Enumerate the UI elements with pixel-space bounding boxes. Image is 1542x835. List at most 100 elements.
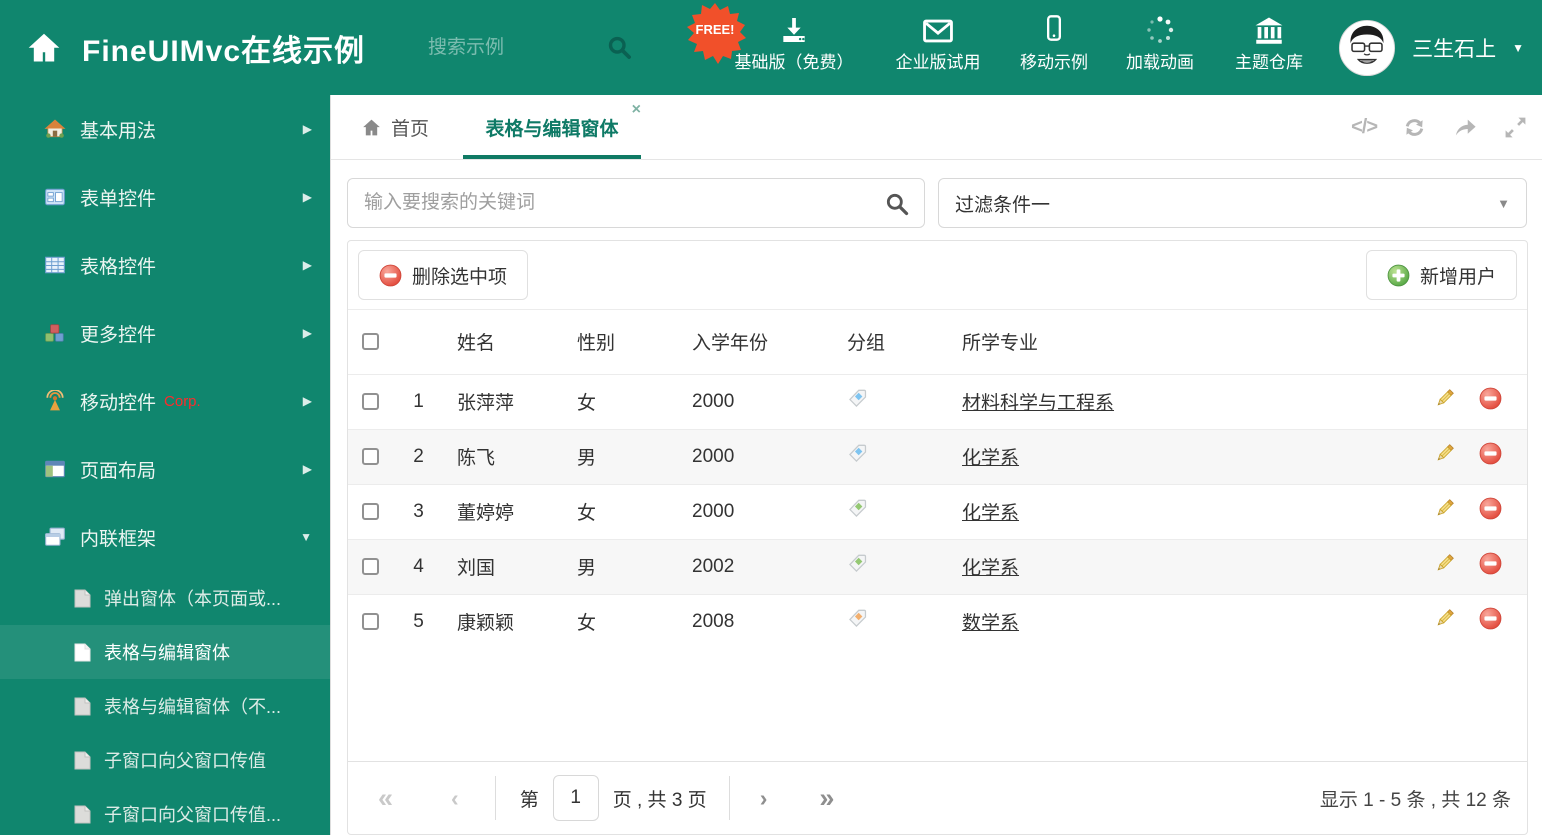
- chevron-right-icon: ▶: [302, 190, 312, 204]
- pager-divider: [728, 776, 730, 820]
- main-content: 首页 表格与编辑窗体 × </> 过滤条件一 ▼: [330, 95, 1542, 835]
- bank-icon: [1184, 0, 1354, 46]
- edit-icon[interactable]: [1433, 552, 1456, 575]
- next-page-icon[interactable]: ›: [760, 786, 768, 810]
- sidebar-item-basic-usage[interactable]: 基本用法 ▶: [0, 95, 330, 163]
- prev-page-icon[interactable]: ‹: [451, 786, 459, 810]
- header-search-input[interactable]: [428, 36, 588, 59]
- plus-circle-icon: [1387, 264, 1410, 287]
- edit-icon[interactable]: [1433, 607, 1456, 630]
- enroll-year: 2000: [676, 483, 831, 539]
- row-checkbox[interactable]: [362, 613, 379, 631]
- search-icon[interactable]: [884, 191, 910, 217]
- delete-icon[interactable]: [1479, 497, 1502, 520]
- major-link[interactable]: 数学系: [962, 613, 1019, 634]
- group-tag-icon[interactable]: [847, 443, 868, 464]
- dropdown-caret-icon: ▼: [1497, 195, 1510, 211]
- row-checkbox[interactable]: [362, 557, 379, 575]
- top-header: FineUIMvc在线示例 FREE! 基础版（免费） 企业版试用 移动示例: [0, 0, 1542, 95]
- sidebar-item-inline-frame[interactable]: 内联框架 ▼: [0, 503, 330, 571]
- grid-panel: 删除选中项 新增用户 姓名 性别 入学年份 分组 所学专业 1 张萍萍 女 20…: [347, 240, 1528, 835]
- group-tag-icon[interactable]: [847, 498, 868, 519]
- user-menu[interactable]: 三生石上 ▼: [1338, 0, 1524, 95]
- tab-strip: 首页 表格与编辑窗体 × </>: [331, 95, 1542, 160]
- sidebar-subitem-grid-edit-window[interactable]: 表格与编辑窗体: [0, 625, 330, 679]
- row-checkbox[interactable]: [362, 447, 379, 465]
- sidebar-subitem-label: 子窗口向父窗口传值...: [104, 805, 282, 825]
- avatar[interactable]: [1338, 19, 1396, 77]
- file-icon: [74, 697, 91, 716]
- sidebar-item-more-controls[interactable]: 更多控件 ▶: [0, 299, 330, 367]
- page-number-input[interactable]: [552, 775, 599, 821]
- last-page-icon[interactable]: »: [819, 784, 834, 812]
- row-checkbox[interactable]: [362, 502, 379, 520]
- layout-icon: [44, 458, 66, 480]
- student-gender: 女: [561, 373, 676, 429]
- delete-icon[interactable]: [1479, 442, 1502, 465]
- file-icon: [74, 751, 91, 770]
- corp-badge: Corp.: [164, 392, 201, 410]
- free-badge-label: FREE!: [695, 22, 735, 37]
- header-search-icon[interactable]: [606, 34, 633, 61]
- sidebar-subitem-child-to-parent-alt[interactable]: 子窗口向父窗口传值...: [0, 787, 330, 835]
- student-gender: 女: [561, 593, 676, 649]
- sidebar-item-label: 表单控件: [80, 188, 157, 210]
- filter-dropdown-value: 过滤条件一: [955, 194, 1051, 216]
- major-link[interactable]: 材料科学与工程系: [962, 393, 1114, 414]
- major-link[interactable]: 化学系: [962, 448, 1019, 469]
- add-user-button[interactable]: 新增用户: [1365, 250, 1517, 300]
- delete-icon[interactable]: [1479, 607, 1502, 630]
- app-home-icon[interactable]: [26, 30, 62, 66]
- delete-icon[interactable]: [1479, 387, 1502, 410]
- group-tag-icon[interactable]: [847, 553, 868, 574]
- sidebar-subitem-grid-edit-window-alt[interactable]: 表格与编辑窗体（不...: [0, 679, 330, 733]
- edit-icon[interactable]: [1433, 387, 1456, 410]
- table-icon: [44, 254, 66, 276]
- brand-area[interactable]: FineUIMvc在线示例: [26, 0, 365, 95]
- table-row: 5 康颖颖女 2008 数学系: [348, 593, 1527, 649]
- column-header-major: 所学专业: [962, 333, 1039, 355]
- table-header-row: 姓名 性别 入学年份 分组 所学专业: [348, 310, 1527, 374]
- record-summary: 显示 1 - 5 条 , 共 12 条: [1319, 789, 1511, 811]
- keyword-search-input[interactable]: [348, 179, 924, 227]
- file-icon: [74, 805, 91, 824]
- delete-selected-label: 删除选中项: [412, 266, 508, 288]
- delete-icon[interactable]: [1479, 552, 1502, 575]
- first-page-icon[interactable]: «: [378, 784, 393, 812]
- filter-dropdown[interactable]: 过滤条件一 ▼: [938, 178, 1527, 228]
- app-title: FineUIMvc在线示例: [82, 34, 366, 68]
- sidebar-item-mobile-controls[interactable]: 移动控件 Corp. ▶: [0, 367, 330, 435]
- nav-item-theme-store[interactable]: 主题仓库: [1184, 0, 1354, 95]
- sidebar-item-page-layout[interactable]: 页面布局 ▶: [0, 435, 330, 503]
- file-icon: [74, 643, 91, 662]
- chevron-right-icon: ▶: [302, 122, 312, 136]
- sidebar-subitem-child-to-parent[interactable]: 子窗口向父窗口传值: [0, 733, 330, 787]
- major-link[interactable]: 化学系: [962, 503, 1019, 524]
- pagination-bar: « ‹ 第 页 , 共 3 页 › » 显示 1 - 5 条 , 共 12 条: [348, 761, 1527, 834]
- select-all-checkbox[interactable]: [362, 333, 379, 351]
- fullscreen-icon[interactable]: [1503, 115, 1528, 140]
- major-link[interactable]: 化学系: [962, 558, 1019, 579]
- sidebar-item-label: 移动控件: [80, 392, 157, 414]
- sidebar-item-grid-controls[interactable]: 表格控件 ▶: [0, 231, 330, 299]
- group-tag-icon[interactable]: [847, 608, 868, 629]
- row-checkbox[interactable]: [362, 392, 379, 410]
- antenna-icon: [44, 389, 66, 412]
- sidebar-subitem-popup-window[interactable]: 弹出窗体（本页面或...: [0, 571, 330, 625]
- refresh-icon[interactable]: [1401, 114, 1428, 141]
- row-number: 4: [396, 538, 441, 594]
- delete-selected-button[interactable]: 删除选中项: [358, 250, 529, 300]
- tab-grid-edit-window[interactable]: 表格与编辑窗体 ×: [455, 95, 649, 159]
- enroll-year: 2002: [676, 538, 831, 594]
- column-header-group: 分组: [847, 333, 886, 355]
- edit-icon[interactable]: [1433, 442, 1456, 465]
- edit-icon[interactable]: [1433, 497, 1456, 520]
- tab-home[interactable]: 首页: [361, 95, 429, 159]
- group-tag-icon[interactable]: [847, 388, 868, 409]
- table-row: 4 刘国男 2002 化学系: [348, 538, 1527, 594]
- tab-close-icon[interactable]: ×: [632, 101, 641, 119]
- minus-circle-icon: [379, 264, 402, 287]
- view-source-icon[interactable]: </>: [1351, 116, 1378, 139]
- sidebar-item-form-controls[interactable]: 表单控件 ▶: [0, 163, 330, 231]
- share-icon[interactable]: [1452, 114, 1479, 141]
